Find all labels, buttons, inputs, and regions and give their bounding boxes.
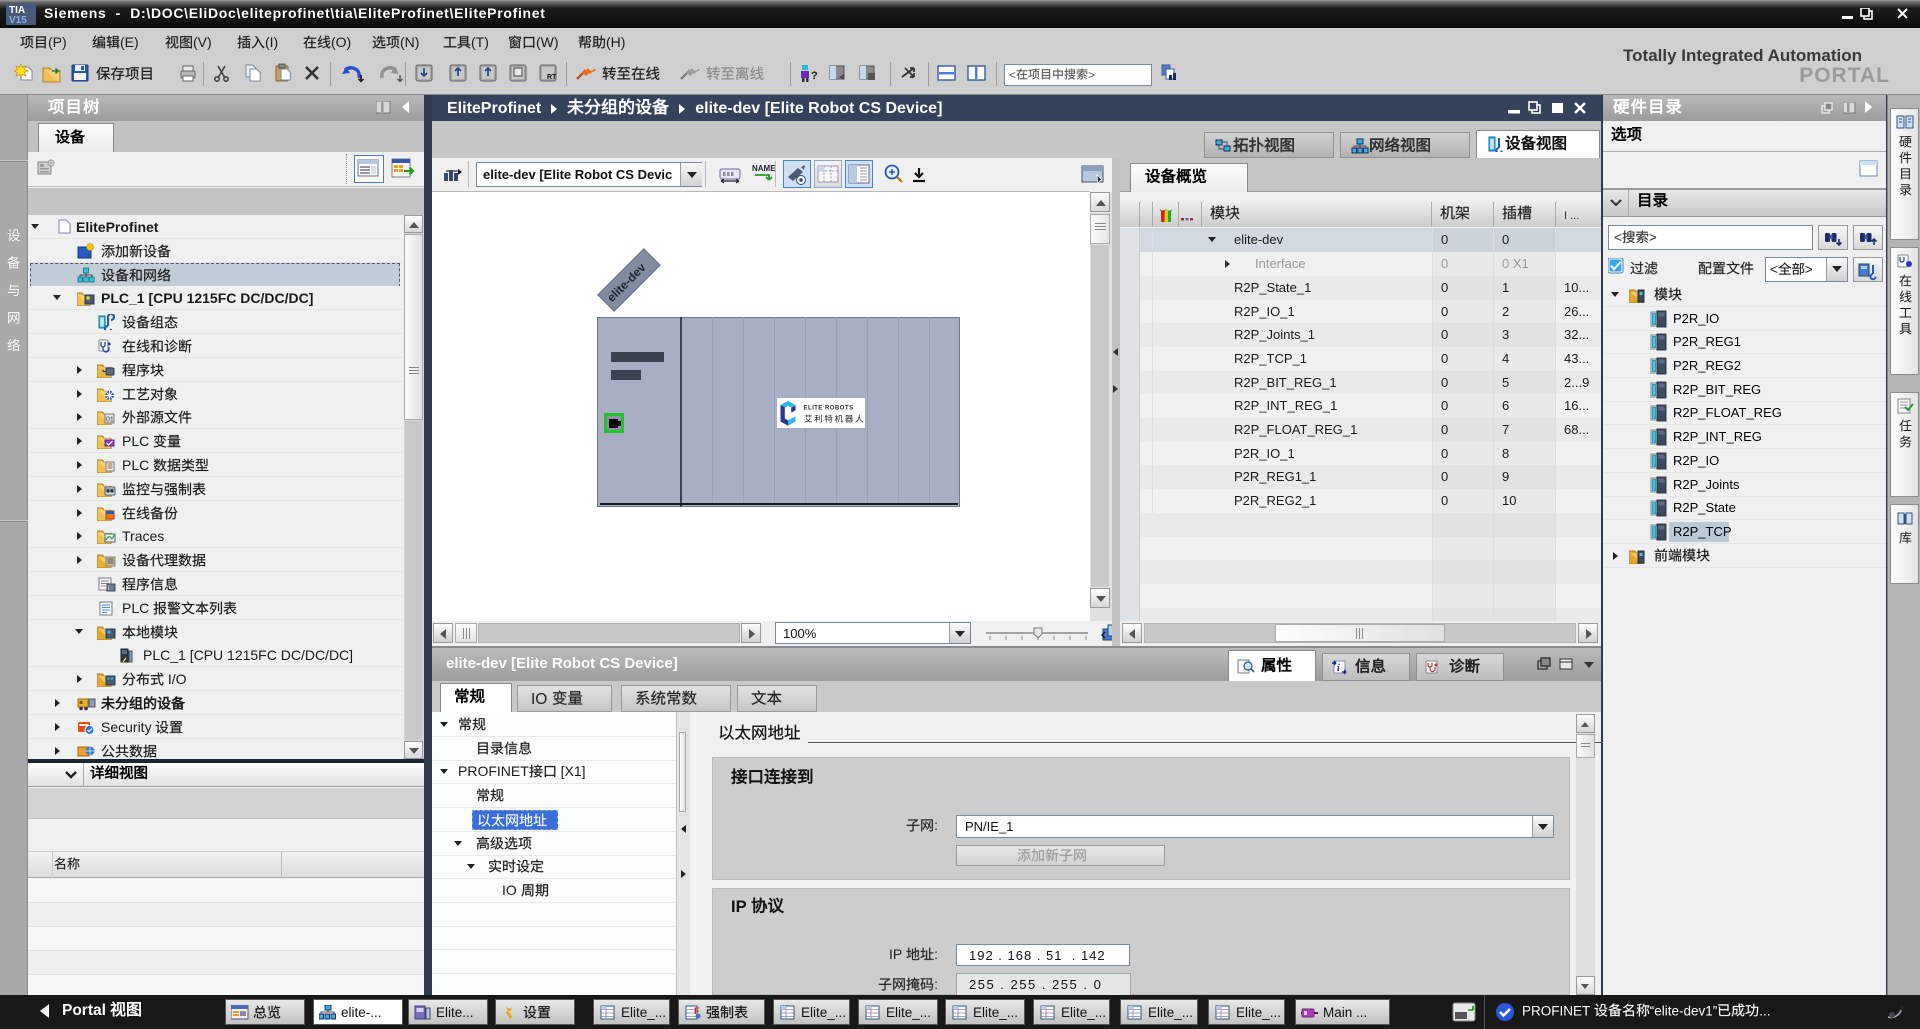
svg-text:?: ? — [811, 70, 818, 82]
svg-text:i: i — [1337, 663, 1340, 674]
svg-text:NAME: NAME — [752, 164, 775, 173]
svg-text:01: 01 — [106, 417, 114, 424]
svg-text:ELITE ROBOTS: ELITE ROBOTS — [804, 405, 854, 412]
svg-text:RT: RT — [547, 74, 557, 81]
svg-text:V15: V15 — [9, 15, 27, 25]
svg-text:i: i — [108, 586, 109, 592]
